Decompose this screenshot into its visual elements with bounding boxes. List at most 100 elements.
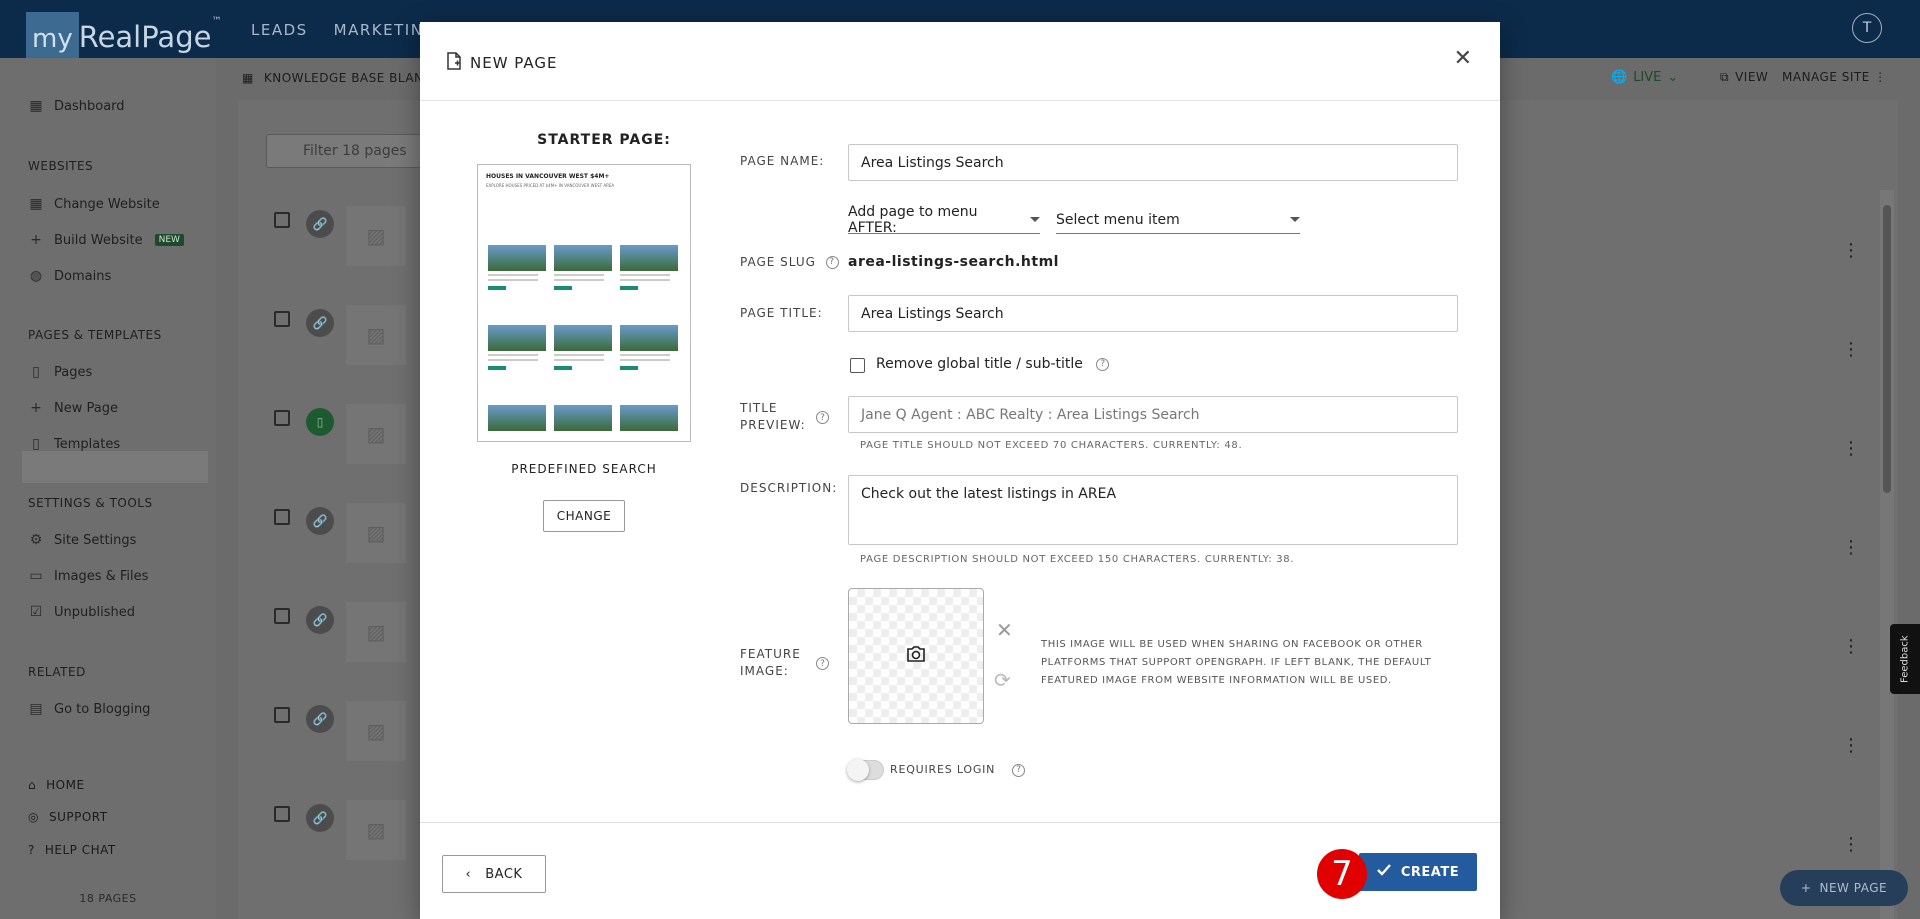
live-status-dropdown[interactable]: 🌐 LIVE ⌄: [1611, 70, 1678, 85]
check-icon: [1377, 864, 1391, 880]
myrealpage-logo[interactable]: my RealPage ™: [26, 12, 221, 58]
sidebar-item-new-page[interactable]: + New Page: [28, 400, 118, 416]
filter-pages-input[interactable]: Filter 18 pages: [266, 134, 426, 168]
new-page-fab[interactable]: + NEW PAGE: [1780, 870, 1908, 906]
grid-icon: ▦: [242, 71, 254, 85]
row-checkbox[interactable]: [274, 707, 290, 723]
thumbnail-listing-card: [620, 395, 678, 441]
sidebar-item-label: Go to Blogging: [54, 701, 151, 717]
sidebar-item-label: Build Website: [54, 232, 143, 248]
row-menu-icon[interactable]: ⋮: [1842, 735, 1860, 756]
manage-site-menu[interactable]: MANAGE SITE ⋮: [1782, 70, 1887, 84]
menu-item-select[interactable]: Select menu item: [1056, 206, 1300, 234]
requires-login-toggle[interactable]: [847, 759, 884, 781]
create-button[interactable]: CREATE: [1359, 853, 1477, 891]
row-checkbox[interactable]: [274, 608, 290, 624]
row-menu-icon[interactable]: ⋮: [1842, 537, 1860, 558]
view-site-link[interactable]: ⧉ VIEW: [1720, 70, 1768, 85]
row-menu-icon[interactable]: ⋮: [1842, 339, 1860, 360]
dialog-title: NEW PAGE: [446, 52, 557, 74]
page-name-input[interactable]: Area Listings Search: [848, 144, 1458, 181]
menu-after-dropdown[interactable]: Add page to menu AFTER:: [848, 204, 1040, 236]
thumbnail-listing-card: [554, 395, 612, 441]
link-icon[interactable]: 🔗: [306, 309, 334, 337]
feature-image-note: THIS IMAGE WILL BE USED WHEN SHARING ON …: [1041, 639, 1432, 686]
thumbnail-listing-card: [620, 235, 678, 305]
sidebar-footer-home[interactable]: ⌂ HOME: [28, 778, 85, 792]
help-icon[interactable]: ?: [1012, 763, 1026, 777]
chevron-down-icon: ⌄: [1667, 70, 1679, 85]
link-icon[interactable]: 🔗: [306, 804, 334, 832]
link-icon[interactable]: 🔗: [306, 606, 334, 634]
nav-leads[interactable]: LEADS: [251, 21, 308, 39]
row-menu-icon[interactable]: ⋮: [1842, 240, 1860, 261]
thumbnail-subtitle: EXPLORE HOUSES PRICED AT $4M+ IN VANCOUV…: [486, 183, 615, 188]
new-page-fab-label: NEW PAGE: [1819, 881, 1888, 895]
row-checkbox[interactable]: [274, 311, 290, 327]
sidebar-item-templates[interactable]: ▯ Templates: [28, 436, 120, 452]
change-starter-button[interactable]: CHANGE: [543, 500, 625, 532]
row-checkbox[interactable]: [274, 410, 290, 426]
sidebar-item-dashboard[interactable]: ▦ Dashboard: [28, 98, 124, 114]
description-textarea[interactable]: Check out the latest listings in AREA: [848, 475, 1458, 545]
nav-marketing[interactable]: MARKETIN: [334, 21, 424, 39]
remove-global-title-label: Remove global title / sub-title ?: [876, 356, 1110, 372]
site-title[interactable]: ▦ KNOWLEDGE BASE BLANK: [242, 71, 432, 85]
step-number-badge: 7: [1317, 849, 1367, 899]
sidebar-item-pages[interactable]: ▯ Pages: [28, 364, 92, 380]
caret-down-icon: [1290, 217, 1300, 222]
scrollbar-thumb[interactable]: [1883, 205, 1891, 493]
crop-rotate-icon[interactable]: ⟳: [994, 668, 1011, 692]
thumbnail-listing-card: [620, 315, 678, 385]
sidebar-item-go-blogging[interactable]: ▤ Go to Blogging: [28, 701, 150, 717]
link-icon[interactable]: 🔗: [306, 705, 334, 733]
help-icon[interactable]: ?: [816, 411, 829, 424]
row-checkbox[interactable]: [274, 509, 290, 525]
sidebar-footer-help-chat[interactable]: ? HELP CHAT: [28, 843, 116, 857]
user-avatar[interactable]: T: [1852, 13, 1882, 43]
help-icon[interactable]: ?: [816, 657, 829, 670]
sidebar-footer-support[interactable]: ◎ SUPPORT: [28, 810, 108, 824]
sidebar-item-unpublished[interactable]: ☑ Unpublished: [28, 604, 135, 620]
row-menu-icon[interactable]: ⋮: [1842, 834, 1860, 855]
section-related: RELATED: [28, 665, 86, 679]
title-preview-label-line1: TITLE: [740, 401, 778, 415]
close-icon[interactable]: ✕: [1454, 46, 1472, 71]
sidebar-item-site-settings[interactable]: ⚙ Site Settings: [28, 532, 137, 548]
dialog-header: NEW PAGE ✕: [420, 22, 1500, 101]
sidebar-item-label: Unpublished: [54, 604, 135, 620]
row-checkbox[interactable]: [274, 806, 290, 822]
row-menu-icon[interactable]: ⋮: [1842, 636, 1860, 657]
checklist-icon: ☑: [29, 604, 43, 620]
starter-page-name: PREDEFINED SEARCH: [511, 462, 657, 476]
feature-image-upload[interactable]: [848, 588, 984, 724]
help-icon[interactable]: ?: [825, 256, 839, 269]
help-icon[interactable]: ?: [1096, 357, 1110, 371]
sidebar-item-change-website[interactable]: ▦ Change Website: [28, 196, 159, 212]
remove-image-icon[interactable]: ✕: [996, 618, 1013, 642]
row-checkbox[interactable]: [274, 212, 290, 228]
remove-global-title-checkbox[interactable]: [850, 358, 865, 373]
row-menu-icon[interactable]: ⋮: [1842, 438, 1860, 459]
home-icon: ⌂: [28, 778, 37, 792]
plus-icon: +: [1800, 881, 1812, 895]
image-placeholder-icon: ▨: [346, 701, 406, 761]
back-label: BACK: [485, 866, 523, 882]
page-icon[interactable]: ▯: [306, 408, 334, 436]
sidebar-item-domains[interactable]: ◍ Domains: [28, 268, 111, 284]
image-placeholder-icon: ▨: [346, 503, 406, 563]
section-pages-templates: PAGES & TEMPLATES: [28, 328, 162, 342]
sidebar-item-label: SUPPORT: [48, 810, 108, 824]
thumbnail-listing-card: [488, 235, 546, 305]
site-title-text: KNOWLEDGE BASE BLANK: [263, 71, 432, 85]
link-icon[interactable]: 🔗: [306, 507, 334, 535]
link-icon[interactable]: 🔗: [306, 210, 334, 238]
sidebar-item-build-website[interactable]: + Build Website NEW: [28, 232, 184, 248]
back-button[interactable]: ‹ BACK: [442, 855, 546, 893]
description-label: DESCRIPTION:: [740, 481, 838, 495]
page-title-input[interactable]: Area Listings Search: [848, 295, 1458, 332]
feedback-tab[interactable]: Feedback: [1890, 624, 1920, 694]
sidebar-item-images-files[interactable]: ▭ Images & Files: [28, 568, 148, 584]
starter-page-label: STARTER PAGE:: [537, 132, 671, 148]
title-preview-field: Jane Q Agent : ABC Realty : Area Listing…: [848, 396, 1458, 433]
